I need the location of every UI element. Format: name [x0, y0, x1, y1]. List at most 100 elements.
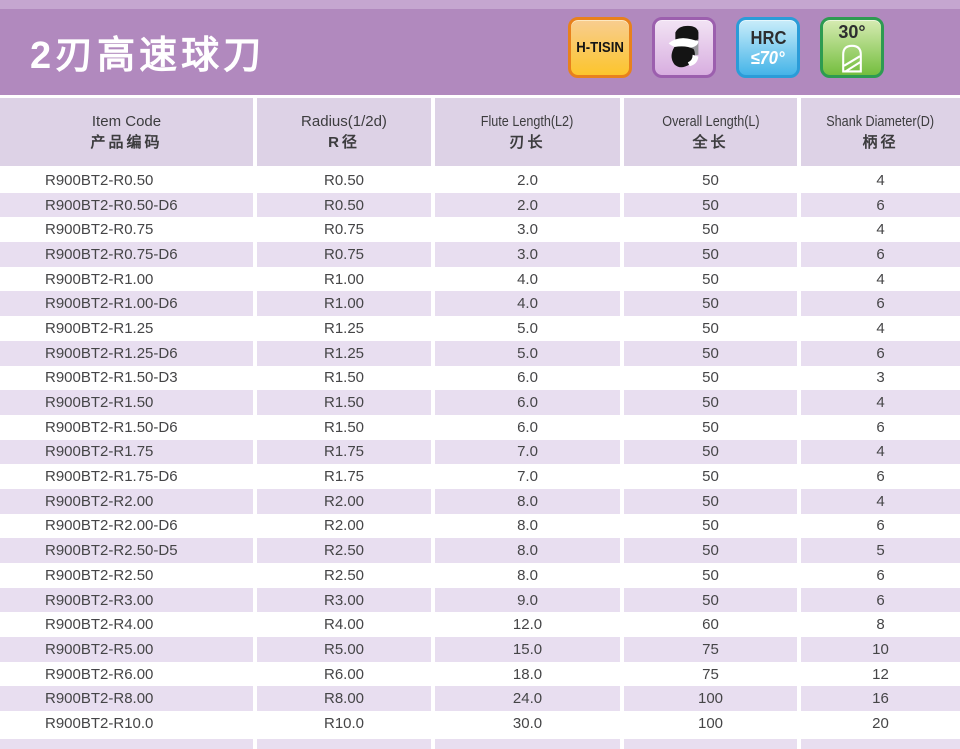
cell-shank-diameter: 4 — [801, 217, 960, 242]
tool-type-badge — [652, 17, 716, 78]
table-row: R900BT2-R0.75-D6R0.753.0506 — [0, 242, 960, 267]
cell-radius: R2.50 — [257, 563, 431, 588]
cell-item-code: R900BT2-R1.25 — [0, 316, 253, 341]
cell-shank-diameter: 6 — [801, 291, 960, 316]
cell-item-code: R900BT2-R1.00 — [0, 267, 253, 292]
cell-radius: R1.50 — [257, 390, 431, 415]
hardness-line2: ≤70° — [751, 48, 785, 68]
table-row: R900BT2-R1.75-D6R1.757.0506 — [0, 464, 960, 489]
cell-overall-length: 100 — [624, 711, 797, 736]
table-body: R900BT2-R0.50R0.502.0504R900BT2-R0.50-D6… — [0, 168, 960, 749]
cell-overall-length: 50 — [624, 464, 797, 489]
cell-flute-length: 8.0 — [435, 489, 620, 514]
cell-item-code — [0, 739, 253, 749]
cell-shank-diameter: 6 — [801, 242, 960, 267]
cell-item-code: R900BT2-R0.50 — [0, 168, 253, 193]
cell-shank-diameter: 4 — [801, 489, 960, 514]
cell-flute-length: 24.0 — [435, 686, 620, 711]
cell-overall-length: 50 — [624, 390, 797, 415]
table-row: R900BT2-R1.25-D6R1.255.0506 — [0, 341, 960, 366]
hardness-line1: HRC — [750, 28, 786, 48]
cell-shank-diameter: 16 — [801, 686, 960, 711]
cell-radius: R0.75 — [257, 217, 431, 242]
cell-radius: R1.75 — [257, 440, 431, 465]
cell-overall-length: 50 — [624, 242, 797, 267]
table-row: R900BT2-R4.00R4.0012.0608 — [0, 612, 960, 637]
cell-overall-length: 50 — [624, 563, 797, 588]
table-row: R900BT2-R6.00R6.0018.07512 — [0, 662, 960, 687]
cell-radius: R1.00 — [257, 267, 431, 292]
cell-flute-length: 3.0 — [435, 242, 620, 267]
cell-overall-length: 50 — [624, 489, 797, 514]
cell-radius: R1.75 — [257, 464, 431, 489]
cell-radius: R1.50 — [257, 415, 431, 440]
cell-item-code: R900BT2-R1.50 — [0, 390, 253, 415]
cell-overall-length: 50 — [624, 217, 797, 242]
table-row-partial — [0, 739, 960, 749]
cell-shank-diameter: 6 — [801, 464, 960, 489]
cell-shank-diameter: 20 — [801, 711, 960, 736]
cell-radius: R3.00 — [257, 588, 431, 613]
cell-overall-length: 50 — [624, 193, 797, 218]
cell-shank-diameter: 6 — [801, 588, 960, 613]
cell-overall-length: 50 — [624, 291, 797, 316]
column-header-en: Radius(1/2d) — [301, 111, 387, 132]
cell-item-code: R900BT2-R10.0 — [0, 711, 253, 736]
cell-overall-length: 50 — [624, 588, 797, 613]
cell-radius: R2.50 — [257, 538, 431, 563]
cell-flute-length: 30.0 — [435, 711, 620, 736]
table-row: R900BT2-R2.00-D6R2.008.0506 — [0, 514, 960, 539]
column-header-en: Flute Length(L2) — [481, 111, 573, 132]
cell-shank-diameter: 10 — [801, 637, 960, 662]
cell-shank-diameter: 4 — [801, 316, 960, 341]
cell-overall-length: 50 — [624, 366, 797, 391]
cell-flute-length: 3.0 — [435, 217, 620, 242]
cell-flute-length: 6.0 — [435, 366, 620, 391]
ball-end-mill-icon — [662, 24, 706, 72]
cell-item-code: R900BT2-R1.75-D6 — [0, 464, 253, 489]
cell-overall-length: 50 — [624, 168, 797, 193]
cell-radius: R8.00 — [257, 686, 431, 711]
cell-shank-diameter: 6 — [801, 193, 960, 218]
coating-label: H-TISIN — [576, 39, 624, 56]
cell-shank-diameter: 5 — [801, 538, 960, 563]
cell-item-code: R900BT2-R4.00 — [0, 612, 253, 637]
cell-shank-diameter: 4 — [801, 390, 960, 415]
cell-overall-length: 50 — [624, 538, 797, 563]
table-row: R900BT2-R1.50-D3R1.506.0503 — [0, 366, 960, 391]
cell-radius: R0.50 — [257, 193, 431, 218]
cell-overall-length: 50 — [624, 440, 797, 465]
table-row: R900BT2-R10.0R10.030.010020 — [0, 711, 960, 736]
cell-flute-length: 7.0 — [435, 464, 620, 489]
cell-radius: R2.00 — [257, 489, 431, 514]
column-header-zh: 柄径 — [862, 132, 898, 153]
cell-item-code: R900BT2-R0.75 — [0, 217, 253, 242]
table-row: R900BT2-R1.00R1.004.0504 — [0, 267, 960, 292]
cell-shank-diameter: 12 — [801, 662, 960, 687]
page-title: 2刃高速球刀 — [30, 24, 265, 79]
cell-flute-length: 5.0 — [435, 341, 620, 366]
banner-top-strip — [0, 0, 960, 9]
cell-item-code: R900BT2-R2.50 — [0, 563, 253, 588]
cell-radius: R10.0 — [257, 711, 431, 736]
cell-overall-length: 60 — [624, 612, 797, 637]
cell-flute-length: 4.0 — [435, 267, 620, 292]
cell-shank-diameter: 6 — [801, 341, 960, 366]
cell-radius: R5.00 — [257, 637, 431, 662]
table-row: R900BT2-R1.75R1.757.0504 — [0, 440, 960, 465]
column-header-en: Overall Length(L) — [662, 111, 759, 132]
ball-nose-profile-icon — [837, 41, 867, 73]
column-header-en: Item Code — [92, 111, 161, 132]
cell-item-code: R900BT2-R0.50-D6 — [0, 193, 253, 218]
cell-radius: R4.00 — [257, 612, 431, 637]
table-row: R900BT2-R3.00R3.009.0506 — [0, 588, 960, 613]
cell-overall-length: 50 — [624, 341, 797, 366]
helix-angle-badge: 30° — [820, 17, 884, 78]
table-row: R900BT2-R2.00R2.008.0504 — [0, 489, 960, 514]
cell-flute-length: 15.0 — [435, 637, 620, 662]
column-header-zh: 产品编码 — [90, 132, 162, 153]
table-row: R900BT2-R2.50R2.508.0506 — [0, 563, 960, 588]
cell-flute-length: 2.0 — [435, 168, 620, 193]
cell-flute-length: 2.0 — [435, 193, 620, 218]
cell-item-code: R900BT2-R5.00 — [0, 637, 253, 662]
